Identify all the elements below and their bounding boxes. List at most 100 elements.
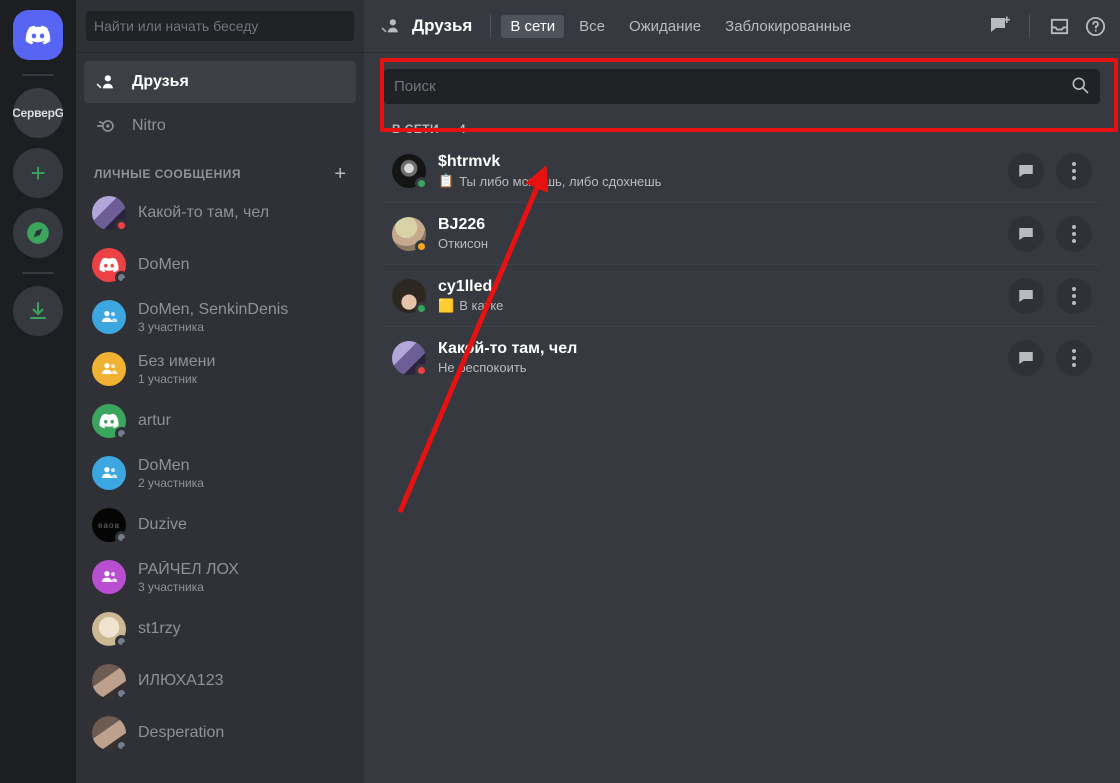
dm-sidebar: Найти или начать беседу Друзья Nitro ЛИЧ… [76,0,364,783]
search-icon [1070,75,1090,99]
friend-row[interactable]: BJ226 Откисон [384,202,1100,264]
dm-status-badge [115,635,128,648]
dm-item-name: ИЛЮХА123 [138,672,224,689]
tab-blocked[interactable]: Заблокированные [716,15,860,38]
friends-search-area: Поиск [384,53,1100,114]
download-apps-button[interactable] [13,286,63,336]
find-or-start-conversation-button[interactable]: Найти или начать беседу [86,11,354,41]
avatar [92,404,128,440]
sidebar-search-area: Найти или начать беседу [76,0,364,53]
dm-item-text: ИЛЮХА123 [138,672,223,690]
dm-list-item[interactable]: Без имени 1 участник [84,343,356,395]
more-options-icon[interactable] [1056,215,1092,252]
dm-item-name: st1rzy [138,620,181,637]
dm-status-badge [115,739,128,752]
main-panel: Друзья В сети Все Ожидание Заблокированн… [364,0,1120,783]
tab-online[interactable]: В сети [501,14,565,38]
friend-row[interactable]: Какой-то там, чел Не беспокоить [384,326,1100,388]
avatar [92,248,128,284]
dm-status-badge [115,687,128,700]
status-emoji: 🟨 [438,297,455,313]
avatar [392,154,428,190]
message-icon[interactable] [1008,153,1044,189]
friend-text: $htrmvk 📋 Ты либо можешь, либо сдохнешь [438,153,661,189]
dm-list-item[interactable]: РАЙЧЕЛ ЛОХ 3 участника [84,551,356,603]
new-group-dm-icon[interactable] [983,9,1017,43]
dm-list-item[interactable]: st1rzy [84,603,356,655]
server-rail: СерверG + [0,0,76,783]
avatar [92,716,128,752]
help-icon[interactable] [1078,9,1112,43]
sidebar-item-friends[interactable]: Друзья [84,61,356,103]
dm-item-name: DoMen [138,456,190,474]
sidebar-item-nitro[interactable]: Nitro [84,105,356,147]
avatar [92,352,126,386]
friend-row-actions [1008,153,1092,189]
dm-item-name: DoMen, SenkinDenis [138,300,289,318]
dm-item-name: Какой-то там, чел [138,204,270,221]
dm-item-name: Без имени [138,352,216,370]
inbox-icon[interactable] [1042,9,1076,43]
message-icon[interactable] [1008,215,1044,252]
dm-item-text: Duzive [138,516,187,534]
dm-item-text: Без имени 1 участник [138,353,215,386]
discord-logo-icon [25,25,51,45]
friends-list: $htrmvk 📋 Ты либо можешь, либо сдохнешь … [384,140,1100,388]
page-title: Друзья [380,15,472,37]
rail-divider [22,74,54,76]
friends-search-input[interactable]: Поиск [384,69,1100,104]
friend-row[interactable]: cy1lled 🟨 В катке [384,264,1100,326]
tab-pending[interactable]: Ожидание [620,15,710,38]
friend-text: cy1lled 🟨 В катке [438,278,503,314]
friend-name: BJ226 [438,216,486,233]
explore-servers-button[interactable] [13,208,63,258]
dm-item-text: DoMen, SenkinDenis 3 участника [138,301,288,334]
create-dm-button[interactable]: + [334,164,346,184]
avatar: eaoa [92,508,128,544]
sidebar-item-friends-label: Друзья [132,73,189,90]
presence-badge [415,301,428,315]
dm-list-item[interactable]: Desperation [84,707,356,759]
server-rail-item-serverg[interactable]: СерверG [13,88,63,138]
dm-list: Какой-то там, чел DoMen DoMen, SenkinDen… [84,187,356,759]
compass-icon [27,222,49,244]
sidebar-scroll-area[interactable]: Друзья Nitro ЛИЧНЫЕ СООБЩЕНИЯ + Какой-то… [76,53,364,783]
friend-name: Какой-то там, чел [438,340,578,357]
friends-icon [94,70,118,94]
dm-section-header: ЛИЧНЫЕ СООБЩЕНИЯ + [84,149,356,187]
plus-icon: + [30,158,46,188]
tab-all[interactable]: Все [570,15,614,38]
dm-list-item[interactable]: Какой-то там, чел [84,187,356,239]
dm-status-badge [115,531,128,544]
avatar [92,300,126,334]
server-rail-home-button[interactable] [13,10,63,60]
friend-status: Откисон [438,236,488,251]
more-options-icon[interactable] [1056,153,1092,189]
friend-name: $htrmvk [438,153,501,170]
dm-list-item[interactable]: DoMen, SenkinDenis 3 участника [84,291,356,343]
more-options-icon[interactable] [1056,339,1092,376]
friends-search-placeholder: Поиск [394,78,436,95]
avatar [392,278,428,315]
dm-item-name: DoMen [138,256,190,273]
more-options-icon[interactable] [1056,277,1092,314]
dm-list-item[interactable]: artur [84,395,356,447]
avatar [392,340,428,377]
dm-list-item[interactable]: ИЛЮХА123 [84,655,356,707]
dm-section-title: ЛИЧНЫЕ СООБЩЕНИЯ [94,167,242,181]
dm-item-text: Desperation [138,724,224,742]
discord-window: СерверG + Найти или начать беседу Друзья… [0,0,1120,783]
friend-row[interactable]: $htrmvk 📋 Ты либо можешь, либо сдохнешь [384,140,1100,202]
dm-item-text: DoMen [138,256,190,274]
toolbar-divider-2 [1029,14,1030,38]
add-server-button[interactable]: + [13,148,63,198]
message-icon[interactable] [1008,339,1044,376]
dm-list-item[interactable]: eaoa Duzive [84,499,356,551]
dm-item-members: 3 участника [138,319,204,334]
friends-header-icon [381,19,398,33]
friend-status: 🟨 В катке [438,298,503,314]
dm-item-name: Duzive [138,516,187,533]
message-icon[interactable] [1008,277,1044,314]
dm-list-item[interactable]: DoMen 2 участника [84,447,356,499]
dm-list-item[interactable]: DoMen [84,239,356,291]
